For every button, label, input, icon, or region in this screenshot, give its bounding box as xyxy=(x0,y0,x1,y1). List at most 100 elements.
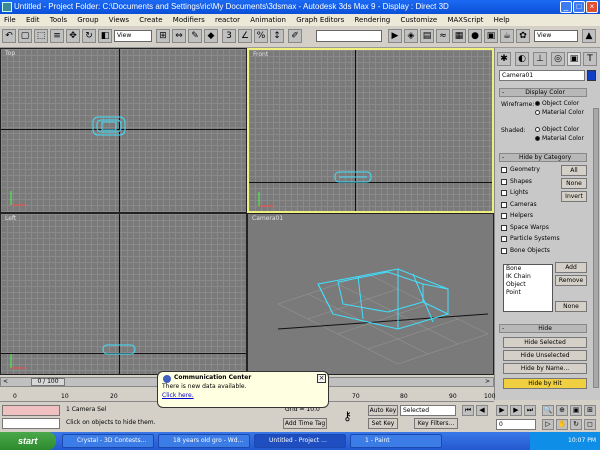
menu-rendering[interactable]: Rendering xyxy=(351,16,395,24)
named-selection-set-dropdown[interactable] xyxy=(316,30,382,42)
communication-center-balloon[interactable]: Communication Center There is new data a… xyxy=(157,371,329,408)
previous-frame-icon[interactable]: ◀ xyxy=(476,405,488,416)
mirror-icon[interactable]: ⇔ xyxy=(172,29,186,43)
quick-render-icon[interactable]: ☕ xyxy=(500,29,514,43)
schematic-view-icon[interactable]: ▦ xyxy=(452,29,466,43)
task-word[interactable]: 18 years old gro - Wd... xyxy=(158,434,250,448)
checkbox-bone-objects[interactable]: Bone Objects xyxy=(501,247,550,255)
app-icon[interactable] xyxy=(2,2,12,12)
motion-tab-icon[interactable]: ◎ xyxy=(551,52,565,66)
balloon-close-button[interactable]: × xyxy=(317,374,326,383)
hide-by-name-button[interactable]: Hide by Name... xyxy=(503,363,587,374)
display-tab-icon[interactable]: ▣ xyxy=(567,52,581,66)
go-to-start-icon[interactable]: ⏮ xyxy=(462,405,474,416)
time-slider-thumb[interactable]: 0 / 100 xyxy=(31,378,65,386)
render-last-icon[interactable]: ▲ xyxy=(582,29,596,43)
modify-tab-icon[interactable]: ◐ xyxy=(515,52,529,66)
render-setup-icon[interactable]: ▣ xyxy=(484,29,498,43)
menu-edit[interactable]: Edit xyxy=(22,16,44,24)
maxscript-listener[interactable] xyxy=(2,405,60,416)
none-button[interactable]: None xyxy=(561,178,587,189)
zoom-extents-all-icon[interactable]: ⊞ xyxy=(584,405,596,416)
menu-file[interactable]: File xyxy=(0,16,20,24)
spinner-snap-icon[interactable]: ↕ xyxy=(270,29,284,43)
reference-coord-dropdown[interactable]: View xyxy=(114,30,152,42)
clock[interactable]: 10:07 PM xyxy=(568,437,596,444)
hide-unselected-button[interactable]: Hide Unselected xyxy=(503,350,587,361)
play-icon[interactable]: ▶ xyxy=(496,405,508,416)
key-filters-button[interactable]: Key Filters... xyxy=(414,418,458,429)
pivot-icon[interactable]: ⊞ xyxy=(156,29,170,43)
scale-icon[interactable]: ◧ xyxy=(98,29,112,43)
viewport-left[interactable]: Left xyxy=(0,213,247,375)
menu-customize[interactable]: Customize xyxy=(396,16,441,24)
menu-help[interactable]: Help xyxy=(490,16,514,24)
checkbox-shapes[interactable]: Shapes xyxy=(501,178,532,186)
minimize-button[interactable]: _ xyxy=(560,1,572,13)
menu-maxscript[interactable]: MAXScript xyxy=(443,16,487,24)
shaded-object-color-radio[interactable]: Object Color xyxy=(535,126,579,134)
rollout-hide[interactable]: - Hide xyxy=(499,324,587,333)
close-button[interactable]: × xyxy=(586,1,598,13)
task-paint[interactable]: 1 - Paint xyxy=(350,434,442,448)
snap-icon[interactable]: 3 xyxy=(222,29,236,43)
menu-tools[interactable]: Tools xyxy=(46,16,71,24)
menu-graph-editors[interactable]: Graph Editors xyxy=(292,16,348,24)
align-icon[interactable]: ◈ xyxy=(404,29,418,43)
viewport-label-front[interactable]: Front xyxy=(253,51,268,58)
all-button[interactable]: All xyxy=(561,165,587,176)
layer-manager-icon[interactable]: ▤ xyxy=(420,29,434,43)
menu-animation[interactable]: Animation xyxy=(246,16,290,24)
curve-editor-icon[interactable]: ≈ xyxy=(436,29,450,43)
checkbox-geometry[interactable]: Geometry xyxy=(501,166,540,174)
key-mode-dropdown[interactable]: Selected xyxy=(400,405,456,416)
move-icon[interactable]: ✥ xyxy=(66,29,80,43)
zoom-icon[interactable]: 🔍 xyxy=(542,405,554,416)
orbit-icon[interactable]: ↻ xyxy=(570,419,582,430)
bind-icon[interactable]: ◆ xyxy=(204,29,218,43)
select-region-icon[interactable]: ⬚ xyxy=(34,29,48,43)
list-item[interactable]: IK Chain Object xyxy=(504,273,552,289)
panel-scrollbar[interactable] xyxy=(593,108,599,388)
current-frame-field[interactable]: 0 xyxy=(496,419,536,430)
checkbox-helpers[interactable]: Helpers xyxy=(501,212,533,220)
object-name-field[interactable]: Camera01 xyxy=(499,70,585,81)
list-item[interactable]: Point xyxy=(504,289,552,297)
add-time-tag-button[interactable]: Add Time Tag xyxy=(283,418,327,429)
checkbox-space-warps[interactable]: Space Warps xyxy=(501,224,549,232)
add-button[interactable]: Add xyxy=(555,262,587,273)
rotate-icon[interactable]: ↻ xyxy=(82,29,96,43)
mirror-tool-icon[interactable]: ▶ xyxy=(388,29,402,43)
next-frame-icon[interactable]: ▶ xyxy=(510,405,522,416)
checkbox-cameras[interactable]: Cameras xyxy=(501,201,537,209)
category-list[interactable]: Bone IK Chain Object Point xyxy=(503,264,553,312)
pan-icon[interactable]: ✋ xyxy=(556,419,568,430)
create-tab-icon[interactable]: ✱ xyxy=(497,52,511,66)
list-item[interactable]: Bone xyxy=(504,265,552,273)
zoom-extents-icon[interactable]: ▣ xyxy=(570,405,582,416)
maximize-button[interactable]: □ xyxy=(573,1,585,13)
render-icon[interactable]: ✿ xyxy=(516,29,530,43)
viewport-top[interactable]: Top xyxy=(0,48,247,213)
maxscript-input[interactable] xyxy=(2,418,60,429)
task-3dsmax[interactable]: Untitled - Project ... xyxy=(254,434,346,448)
go-to-end-icon[interactable]: ⏭ xyxy=(524,405,536,416)
percent-snap-icon[interactable]: % xyxy=(254,29,268,43)
hierarchy-tab-icon[interactable]: ⊥ xyxy=(533,52,547,66)
viewport-camera[interactable]: Camera01 xyxy=(247,213,494,375)
menu-modifiers[interactable]: Modifiers xyxy=(169,16,209,24)
key-icon[interactable]: ⚷ xyxy=(343,409,352,423)
menu-group[interactable]: Group xyxy=(73,16,102,24)
balloon-link[interactable]: Click here. xyxy=(162,392,324,399)
material-editor-icon[interactable]: ● xyxy=(468,29,482,43)
viewport-label-left[interactable]: Left xyxy=(5,215,16,222)
undo-icon[interactable]: ↶ xyxy=(2,29,16,43)
viewport-label-top[interactable]: Top xyxy=(5,50,15,57)
field-of-view-icon[interactable]: ▷ xyxy=(542,419,554,430)
select-link-icon[interactable]: ✎ xyxy=(188,29,202,43)
utilities-tab-icon[interactable]: T xyxy=(583,52,597,66)
remove-button[interactable]: Remove xyxy=(555,275,587,286)
start-button[interactable]: start xyxy=(0,432,56,450)
angle-snap-icon[interactable]: ∠ xyxy=(238,29,252,43)
checkbox-lights[interactable]: Lights xyxy=(501,189,528,197)
